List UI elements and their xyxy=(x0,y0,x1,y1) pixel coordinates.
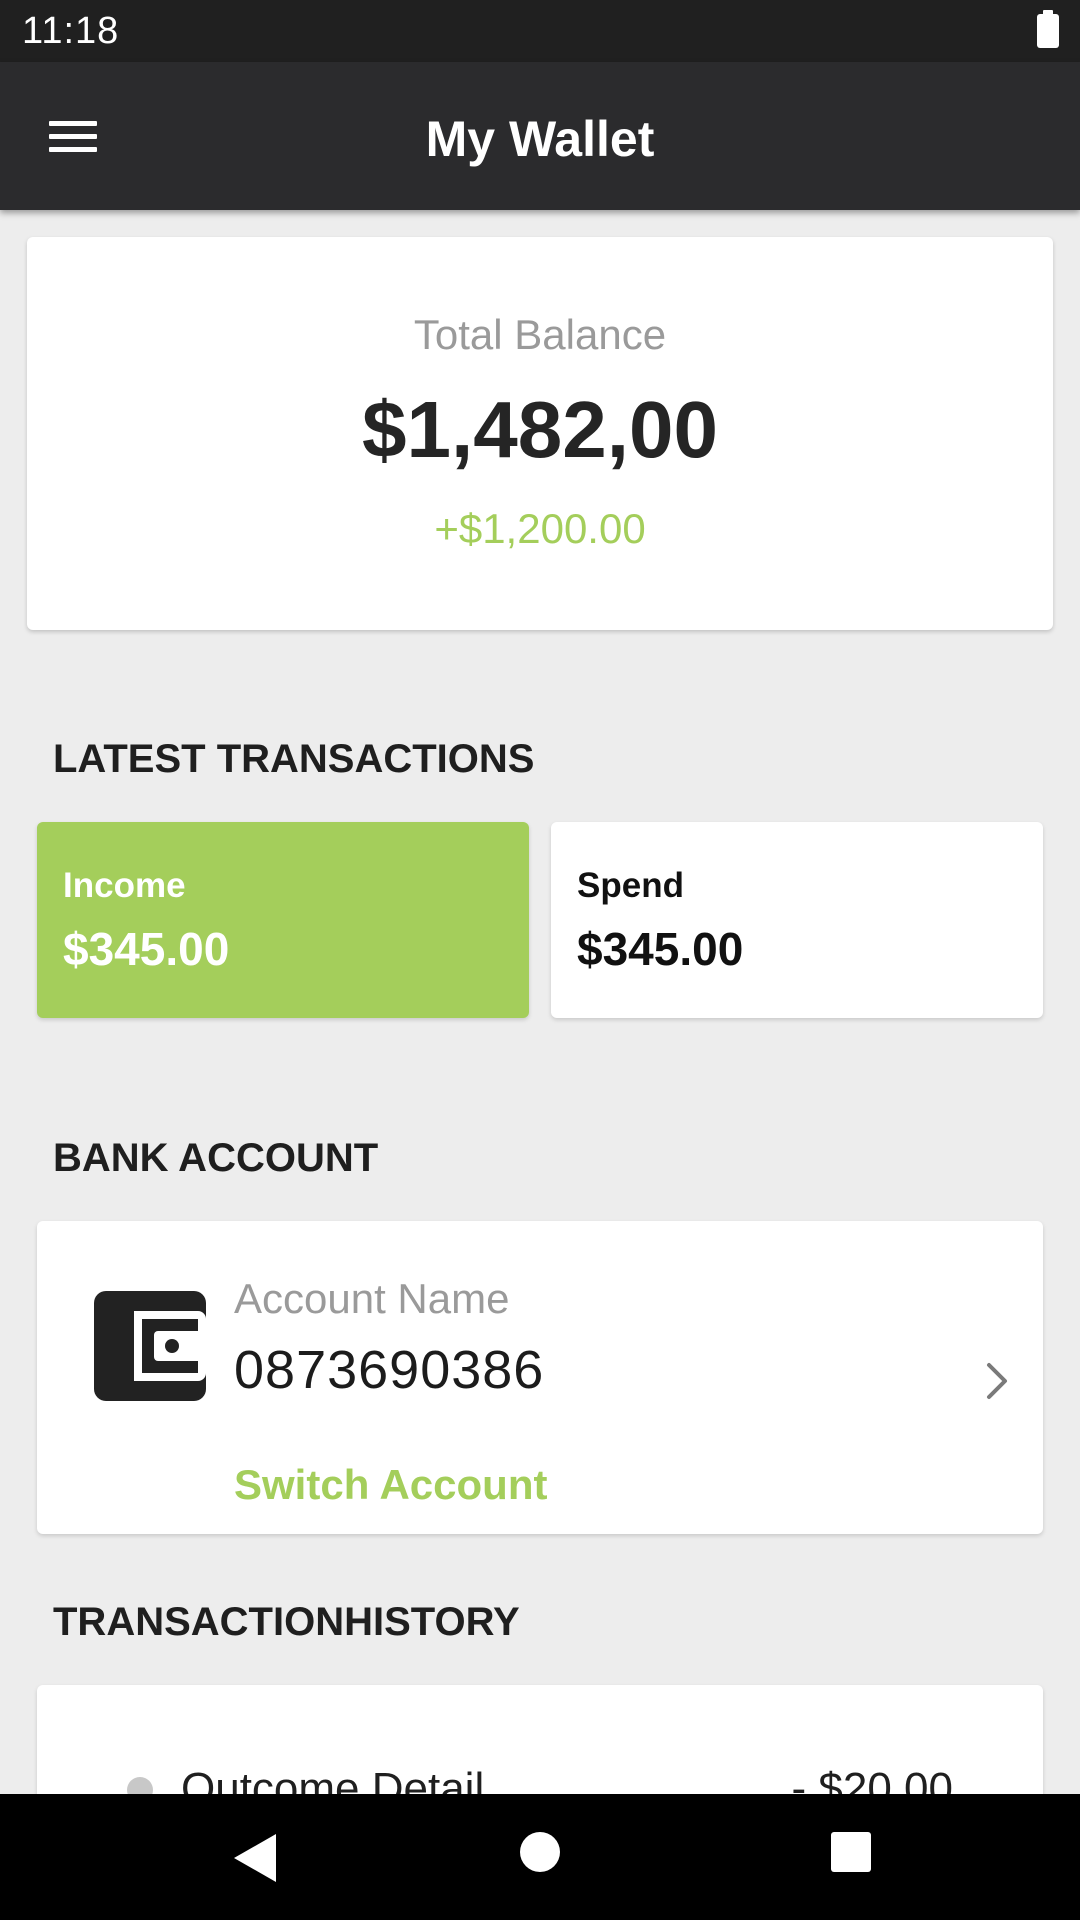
recents-square-icon[interactable] xyxy=(831,1832,871,1872)
spend-card[interactable]: Spend $345.00 xyxy=(551,822,1043,1018)
app-bar: My Wallet xyxy=(0,62,1080,210)
navigation-bar xyxy=(0,1794,1080,1920)
status-time: 11:18 xyxy=(22,10,120,52)
income-card[interactable]: Income $345.00 xyxy=(37,822,529,1018)
chevron-right-icon[interactable] xyxy=(977,1361,1017,1401)
account-number: 0873690386 xyxy=(234,1340,545,1400)
home-circle-icon[interactable] xyxy=(520,1832,560,1872)
status-bar: 11:18 xyxy=(0,0,1080,62)
total-balance-label: Total Balance xyxy=(413,311,667,358)
back-triangle-icon[interactable] xyxy=(230,1832,280,1884)
spend-amount: $345.00 xyxy=(577,923,744,975)
bank-account-title: BANK ACCOUNT xyxy=(53,1136,379,1180)
wallet-icon xyxy=(94,1291,206,1401)
income-label: Income xyxy=(63,866,186,905)
balance-change: +$1,200.00 xyxy=(434,505,646,552)
account-name-label: Account Name xyxy=(234,1275,510,1322)
total-balance-amount: $1,482,00 xyxy=(362,385,718,474)
income-amount: $345.00 xyxy=(63,923,230,975)
battery-full-icon xyxy=(1037,10,1059,48)
latest-transactions-title: LATEST TRANSACTIONS xyxy=(53,737,535,781)
wallet-screen: 11:18 My Wallet Total Balance $1,482,00 … xyxy=(0,0,1080,1920)
switch-account-button[interactable]: Switch Account xyxy=(234,1461,547,1509)
spend-label: Spend xyxy=(577,866,684,905)
page-title: My Wallet xyxy=(425,111,655,167)
balance-card: Total Balance $1,482,00 +$1,200.00 xyxy=(27,237,1053,630)
bank-account-card[interactable]: Account Name 0873690386 Switch Account xyxy=(37,1221,1043,1534)
transaction-history-title: TRANSACTIONHISTORY xyxy=(53,1600,520,1644)
